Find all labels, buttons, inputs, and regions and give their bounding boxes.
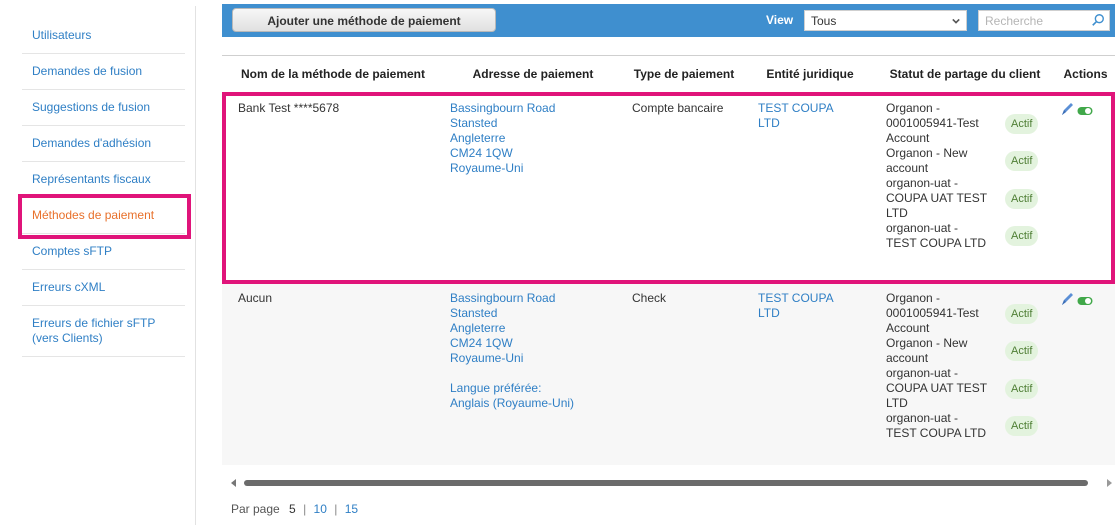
cell-address: Bassingbourn Road Stansted Angleterre CM… bbox=[444, 93, 622, 283]
view-select-value: Tous bbox=[811, 14, 837, 28]
address-line[interactable]: CM24 1QW bbox=[450, 146, 622, 161]
search-box bbox=[978, 10, 1110, 31]
pencil-icon[interactable] bbox=[1060, 101, 1074, 117]
payment-methods-table: Nom de la méthode de paiement Adresse de… bbox=[222, 55, 1115, 465]
search-icon[interactable] bbox=[1091, 13, 1105, 27]
sidebar-item-demandes-adhesion[interactable]: Demandes d'adhésion bbox=[22, 126, 185, 162]
status-badge: Actif bbox=[1005, 188, 1039, 209]
sharing-status-entry: organon-uat - COUPA UAT TEST LTD Actif bbox=[886, 366, 1056, 411]
table-header-row: Nom de la méthode de paiement Adresse de… bbox=[222, 55, 1115, 93]
scrollbar-thumb[interactable] bbox=[244, 480, 1088, 486]
column-header-address[interactable]: Adresse de paiement bbox=[444, 55, 622, 93]
status-badge: Actif bbox=[1005, 303, 1039, 324]
column-header-sharing-status[interactable]: Statut de partage du client bbox=[874, 55, 1056, 93]
sidebar-item-erreurs-fichier-sftp[interactable]: Erreurs de fichier sFTP (vers Clients) bbox=[22, 306, 185, 357]
horizontal-scrollbar[interactable] bbox=[222, 476, 1115, 488]
status-customer: Organon - 0001005941-Test Account bbox=[886, 291, 979, 335]
sidebar: Utilisateurs Demandes de fusion Suggesti… bbox=[8, 6, 196, 525]
cell-actions bbox=[1056, 282, 1115, 465]
address-line[interactable]: Angleterre bbox=[450, 321, 622, 336]
scroll-left-arrow-icon[interactable] bbox=[230, 479, 238, 487]
scroll-right-arrow-icon[interactable] bbox=[1105, 479, 1113, 487]
chevron-down-icon bbox=[952, 18, 960, 24]
per-page-option[interactable]: 15 bbox=[345, 502, 358, 516]
pagination-separator: | bbox=[334, 502, 338, 516]
preferred-language[interactable]: Langue préférée: Anglais (Royaume-Uni) bbox=[450, 381, 580, 411]
status-badge: Actif bbox=[1005, 113, 1039, 134]
cell-type: Check bbox=[622, 282, 746, 465]
cell-name: Aucun bbox=[222, 282, 444, 465]
status-customer: Organon - New account bbox=[886, 336, 968, 365]
sharing-status-entry: Organon - 0001005941-Test Account Actif bbox=[886, 291, 1056, 336]
column-header-entity[interactable]: Entité juridique bbox=[746, 55, 874, 93]
view-select[interactable]: Tous bbox=[804, 10, 967, 31]
status-badge: Actif bbox=[1005, 378, 1039, 399]
table-row: Aucun Bassingbourn Road Stansted Anglete… bbox=[222, 282, 1115, 465]
cell-name: Bank Test ****5678 bbox=[238, 101, 340, 115]
add-payment-method-button[interactable]: Ajouter une méthode de paiement bbox=[232, 8, 496, 32]
sharing-status-entry: Organon - New account Actif bbox=[886, 146, 1056, 176]
pencil-icon[interactable] bbox=[1060, 291, 1074, 307]
sidebar-item-representants-fiscaux[interactable]: Représentants fiscaux bbox=[22, 162, 185, 198]
cell-type: Compte bancaire bbox=[632, 101, 724, 115]
column-header-actions: Actions bbox=[1056, 55, 1115, 93]
status-badge: Actif bbox=[1005, 226, 1039, 246]
status-customer: organon-uat - COUPA UAT TEST LTD bbox=[886, 176, 987, 220]
sharing-status-entry: Organon - 0001005941-Test Account Actif bbox=[886, 101, 1056, 146]
per-page-option[interactable]: 10 bbox=[314, 502, 327, 516]
column-header-type[interactable]: Type de paiement bbox=[622, 55, 746, 93]
status-customer: Organon - 0001005941-Test Account bbox=[886, 101, 979, 145]
sharing-status-entry: Organon - New account Actif bbox=[886, 336, 1056, 366]
table-row: Bank Test ****5678 Bassingbourn Road Sta… bbox=[222, 93, 1115, 283]
cell-address: Bassingbourn Road Stansted Angleterre CM… bbox=[444, 282, 622, 465]
toggle-on-icon[interactable] bbox=[1077, 105, 1093, 117]
cell-sharing-status: Organon - 0001005941-Test Account Actif … bbox=[874, 282, 1056, 465]
sharing-status-entry: organon-uat - TEST COUPA LTD Actif bbox=[886, 221, 1056, 251]
sidebar-item-suggestions-fusion[interactable]: Suggestions de fusion bbox=[22, 90, 185, 126]
sidebar-item-demandes-fusion[interactable]: Demandes de fusion bbox=[22, 54, 185, 90]
address-line[interactable]: Bassingbourn Road bbox=[450, 101, 622, 116]
cell-entity: TEST COUPA LTD bbox=[746, 93, 874, 283]
address-line[interactable]: Bassingbourn Road bbox=[450, 291, 622, 306]
sidebar-item-methodes-paiement[interactable]: Méthodes de paiement bbox=[18, 194, 191, 239]
status-customer: organon-uat - TEST COUPA LTD bbox=[886, 221, 987, 250]
per-page-current: 5 bbox=[289, 502, 296, 516]
status-badge: Actif bbox=[1005, 416, 1039, 436]
sidebar-item-erreurs-cxml[interactable]: Erreurs cXML bbox=[22, 270, 185, 306]
pagination: Par page 5 | 10 | 15 bbox=[231, 502, 358, 516]
address-line[interactable]: CM24 1QW bbox=[450, 336, 622, 351]
status-badge: Actif bbox=[1005, 341, 1039, 361]
address-line[interactable]: Angleterre bbox=[450, 131, 622, 146]
address-line[interactable]: Stansted bbox=[450, 306, 622, 321]
cell-entity: TEST COUPA LTD bbox=[746, 282, 874, 465]
sidebar-top-spacer bbox=[22, 6, 185, 18]
status-customer: Organon - New account bbox=[886, 146, 968, 175]
sidebar-item-comptes-sftp[interactable]: Comptes sFTP bbox=[22, 234, 185, 270]
status-customer: organon-uat - COUPA UAT TEST LTD bbox=[886, 366, 987, 410]
search-input[interactable] bbox=[979, 11, 1087, 30]
status-customer: organon-uat - TEST COUPA LTD bbox=[886, 411, 987, 440]
entity-link[interactable]: TEST COUPA LTD bbox=[758, 291, 854, 321]
address-line[interactable]: Stansted bbox=[450, 116, 622, 131]
per-page-label: Par page bbox=[231, 502, 280, 516]
status-badge: Actif bbox=[1005, 151, 1039, 171]
address-line[interactable]: Royaume-Uni bbox=[450, 351, 622, 366]
pagination-separator: | bbox=[303, 502, 307, 516]
column-header-name[interactable]: Nom de la méthode de paiement bbox=[222, 55, 444, 93]
view-label: View bbox=[766, 13, 794, 27]
toggle-on-icon[interactable] bbox=[1077, 295, 1093, 307]
entity-link[interactable]: TEST COUPA LTD bbox=[758, 101, 854, 131]
toolbar: Ajouter une méthode de paiement View Tou… bbox=[222, 4, 1115, 37]
sharing-status-entry: organon-uat - COUPA UAT TEST LTD Actif bbox=[886, 176, 1056, 221]
cell-actions bbox=[1056, 93, 1115, 283]
sidebar-item-utilisateurs[interactable]: Utilisateurs bbox=[22, 18, 185, 54]
sharing-status-entry: organon-uat - TEST COUPA LTD Actif bbox=[886, 411, 1056, 441]
cell-sharing-status: Organon - 0001005941-Test Account Actif … bbox=[874, 93, 1056, 283]
address-line[interactable]: Royaume-Uni bbox=[450, 161, 622, 176]
